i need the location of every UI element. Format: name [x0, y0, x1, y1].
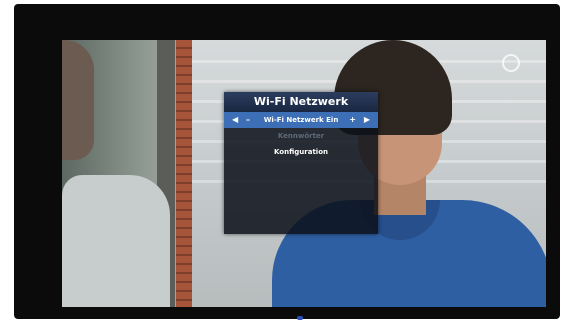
wifi-network-menu: Wi-Fi Netzwerk ◀ – Wi-Fi Netzwerk Ein + …: [224, 92, 378, 234]
menu-item-configuration[interactable]: Konfiguration: [224, 144, 378, 160]
power-led: [297, 316, 303, 320]
left-arrow-icon[interactable]: ◀: [232, 112, 238, 128]
plus-icon[interactable]: +: [349, 112, 356, 128]
menu-item-label: Kennwörter: [277, 132, 325, 140]
right-arrow-icon[interactable]: ▶: [364, 112, 370, 128]
person-left: [62, 40, 172, 307]
menu-item-passwords: Kennwörter: [224, 128, 378, 144]
person-left-head: [62, 40, 94, 160]
person-left-body: [62, 175, 170, 307]
channel-logo-icon: [502, 54, 520, 72]
minus-icon[interactable]: –: [246, 112, 250, 128]
menu-item-wifi-toggle[interactable]: ◀ – Wi-Fi Netzwerk Ein + ▶: [224, 112, 378, 128]
menu-title: Wi-Fi Netzwerk: [224, 92, 378, 112]
menu-item-label: Wi-Fi Netzwerk Ein: [263, 116, 339, 124]
menu-item-label: Konfiguration: [274, 148, 328, 156]
